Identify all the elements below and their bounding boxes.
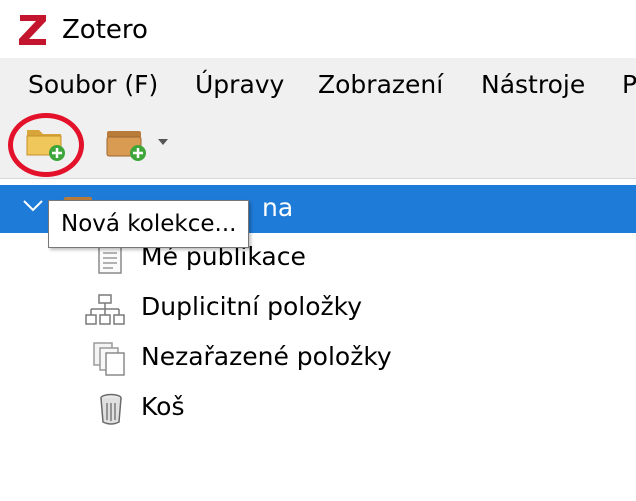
toolbar	[0, 110, 636, 179]
tree-row-unfiled[interactable]: Nezařazené položky	[0, 335, 636, 383]
tree-row-label: Koš	[141, 392, 185, 421]
title-bar: Zotero	[0, 0, 636, 58]
new-collection-tooltip: Nová kolekce...	[48, 200, 250, 248]
tree-row-label: na	[262, 193, 294, 222]
new-library-dropdown-button[interactable]	[154, 134, 172, 148]
duplicates-icon	[85, 294, 125, 325]
trash-icon	[100, 393, 122, 425]
chevron-down-icon[interactable]	[18, 191, 48, 221]
zotero-logo-icon	[19, 15, 46, 45]
new-collection-button[interactable]	[24, 122, 68, 162]
menu-more[interactable]: P	[622, 68, 636, 102]
menu-edit[interactable]: Úpravy	[195, 68, 284, 102]
library-add-icon	[106, 131, 146, 161]
menu-bar: Soubor (F) Úpravy Zobrazení Nástroje P	[0, 58, 636, 110]
chevron-down-icon	[158, 139, 168, 145]
tree-row-label: Nezařazené položky	[141, 342, 392, 371]
tree-row-trash[interactable]: Koš	[0, 385, 636, 433]
tree-row-label: Duplicitní položky	[141, 292, 362, 321]
menu-view[interactable]: Zobrazení	[318, 68, 443, 102]
menu-tools[interactable]: Nástroje	[481, 68, 585, 102]
window-title: Zotero	[62, 15, 148, 45]
folder-add-icon	[26, 130, 65, 161]
tree-row-duplicates[interactable]: Duplicitní položky	[0, 285, 636, 333]
menu-file[interactable]: Soubor (F)	[28, 68, 158, 102]
new-library-button[interactable]	[104, 122, 150, 162]
unfiled-icon	[93, 342, 125, 376]
